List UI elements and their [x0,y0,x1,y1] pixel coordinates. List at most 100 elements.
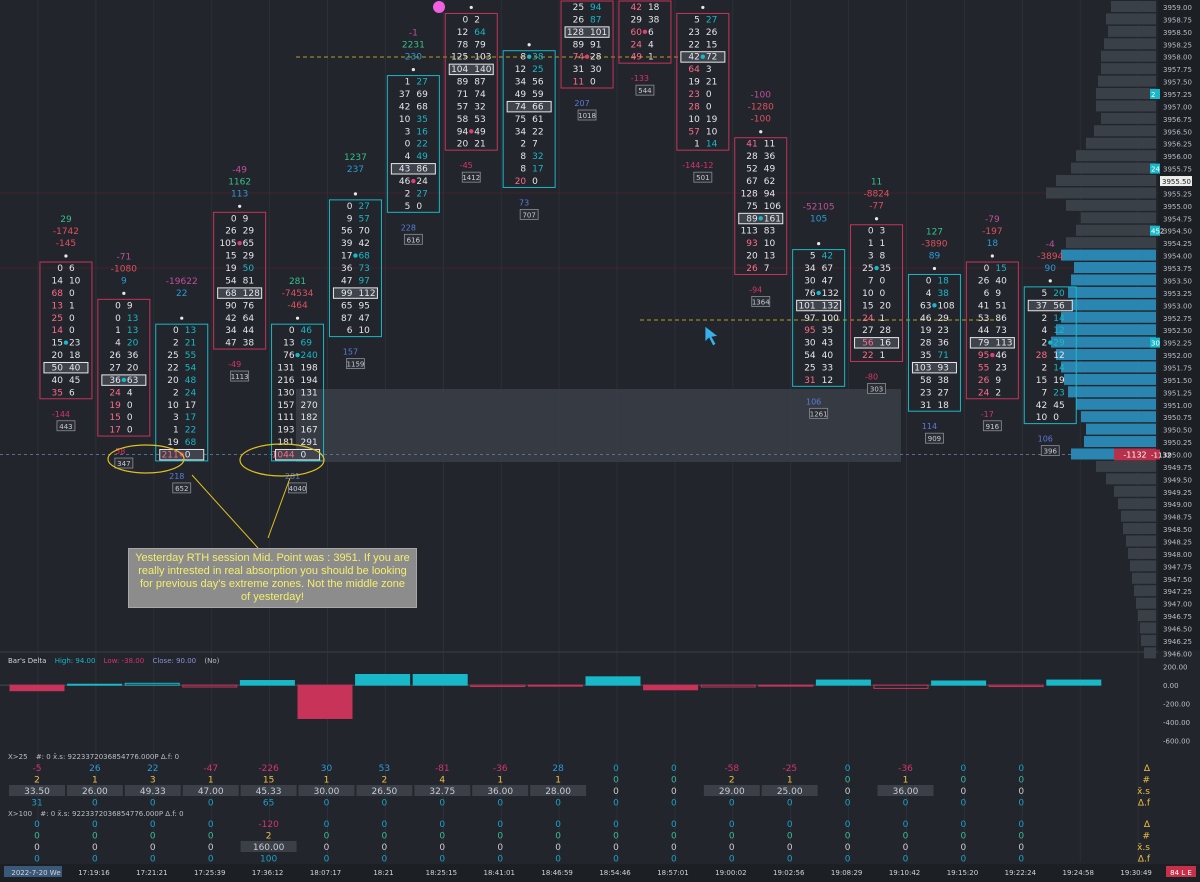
stats2-value: 0 [671,832,677,842]
volume-profile-bar [1096,460,1156,472]
delta-legend: Bar's Delta High: 94.00 Low: -38.00 Clos… [8,657,225,665]
delta-bar [815,679,871,686]
ask-volume: 71 [937,351,948,361]
ask-volume: 53 [474,115,485,125]
volume-profile-bar [1096,100,1156,112]
bid-volume: 42 [399,102,410,112]
ask-volume: 0 [69,314,75,324]
bid-volume: 5 [1042,289,1048,299]
stats1-value: -47 [203,764,218,774]
bid-volume: 15 [109,413,120,423]
stats1-value: 22 [147,764,158,774]
bid-volume: 9 [347,214,353,224]
ask-volume: 56 [1053,301,1065,311]
ask-volume: 97 [358,276,369,286]
bid-volume: 49 [630,53,642,63]
bid-volume: 74 [573,53,585,63]
price-tick-label: 3946.75 [1163,613,1192,621]
bid-volume: 17 [341,252,352,262]
ask-volume: 128 [243,289,260,299]
stats2-value: 0 [34,832,40,842]
bar-volume-tag-label: 501 [696,174,709,182]
ask-volume: 18 [648,3,660,13]
stats1-value: 0 [613,787,619,797]
stats1-value: 0 [961,764,967,774]
price-tick-label: 3956.00 [1163,153,1192,161]
bid-volume: 104 [451,65,468,75]
price-axis-marker-label: 2 [1151,91,1155,99]
stats2-value: 0 [787,832,793,842]
footprint-chart[interactable]: -11323959.003958.753958.503958.253958.00… [0,0,1200,882]
stats1-value: 31 [31,799,42,809]
ask-volume: 13 [127,326,138,336]
bar-top-stat: 2231 [402,41,425,51]
price-tick-label: 3952.25 [1163,340,1192,348]
stats2-value: 0 [34,820,40,830]
stats2-value: 0 [613,843,619,853]
bid-volume: 4 [1042,326,1048,336]
ask-volume: 182 [301,413,318,423]
imbalance-dot [990,352,995,358]
price-tick-label: 3949.25 [1163,489,1192,497]
delta-low: Low: -38.00 [103,657,145,665]
bar-top-stat: -77 [869,202,884,212]
volume-profile-bar [1086,423,1156,435]
price-tick-label: 3955.00 [1163,203,1192,211]
bid-volume: 29 [630,15,642,25]
bid-volume: 17 [109,426,120,436]
volume-profile-bar [1111,1,1156,12]
bar-top-stat: -100 [751,115,772,125]
ask-volume: 30 [590,65,602,75]
bar-top-stat: 29 [60,215,72,225]
ask-volume: 35 [880,264,891,274]
bid-volume: 2 [173,339,179,349]
bar-volume-tag-label: 1261 [810,410,828,418]
stats2-value: 160.00 [253,843,285,853]
volume-profile-bar [1071,274,1156,286]
stats1-value: 1 [208,776,214,786]
ask-volume: 4 [648,40,654,50]
volume-profile-bar [1081,212,1156,224]
ask-volume: 94 [590,3,602,13]
bid-volume: 22 [688,40,699,50]
stats2-value: 0 [439,832,445,842]
bar-top-stat: 1162 [228,177,251,187]
bid-volume: 46 [920,314,932,324]
ask-volume: 240 [301,351,318,361]
bid-volume: 41 [746,140,757,150]
bid-volume: 1044 [272,450,295,460]
stats2-value: 0 [1018,855,1024,865]
stats1-value: 0 [845,776,851,786]
imbalance-dot [1048,340,1053,345]
bid-volume: 42 [225,314,236,324]
bid-volume: 0 [57,264,63,274]
ask-volume: 21 [706,78,717,88]
stats1-value: 36.00 [487,787,513,797]
stats2-value: 0 [903,843,909,853]
stats1-value: 0 [497,799,503,809]
bar-top-stat: -8824 [863,190,889,200]
ask-volume: 13 [127,314,138,324]
stats2-value: 0 [729,843,735,853]
bid-volume: 105 [219,239,236,249]
volume-profile-bar [1076,150,1156,162]
bar-top-stat: 9 [121,276,127,286]
time-label: 2022-7-20 We [11,869,60,877]
stats2-value: 0 [92,855,98,865]
delta-axis-label: -400.00 [1163,719,1190,727]
ask-volume: 38 [937,376,949,386]
stats2-value: -120 [258,820,279,830]
delta-bar [9,684,65,692]
ask-volume: 42 [822,252,833,262]
ask-volume: 46 [301,326,313,336]
ask-volume: 14 [1053,363,1065,373]
stats1-value: 1 [497,776,503,786]
bid-volume: 12 [515,65,526,75]
volume-profile-bar [1121,510,1156,522]
time-label: 19:00:02 [715,869,746,877]
ask-volume: 83 [764,227,775,237]
ask-volume: 0 [185,450,191,460]
ask-volume: 36 [764,152,776,162]
volume-profile-bar [1056,349,1156,361]
stats1-value: 0 [961,776,967,786]
